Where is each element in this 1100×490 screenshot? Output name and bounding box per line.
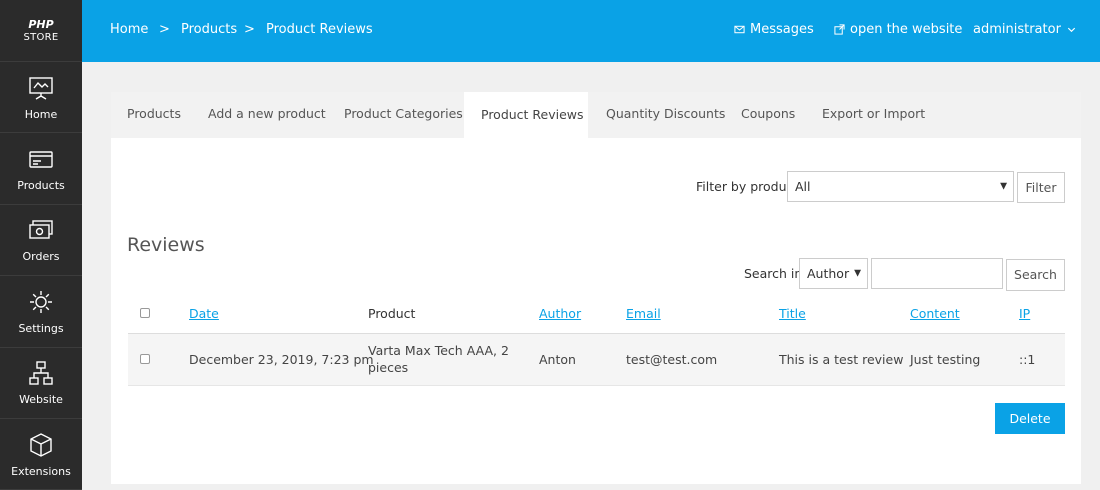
breadcrumb-home[interactable]: Home bbox=[110, 22, 148, 37]
sitemap-icon bbox=[29, 361, 53, 385]
tab-export-import[interactable]: Export or Import bbox=[822, 92, 925, 138]
breadcrumb-products[interactable]: Products bbox=[181, 22, 237, 37]
cell-ip: ::1 bbox=[1019, 352, 1036, 367]
search-input[interactable] bbox=[871, 258, 1003, 289]
column-date[interactable]: Date bbox=[189, 306, 219, 321]
top-bar: Home > Products > Product Reviews Messag… bbox=[82, 0, 1100, 62]
cell-email: test@test.com bbox=[626, 352, 718, 367]
messages-link[interactable]: Messages bbox=[734, 22, 814, 37]
column-author[interactable]: Author bbox=[539, 306, 581, 321]
tab-product-reviews[interactable]: Product Reviews bbox=[464, 92, 588, 138]
breadcrumb-separator: > bbox=[244, 22, 255, 37]
search-label: Search in: bbox=[744, 266, 807, 281]
card-icon bbox=[29, 151, 53, 168]
tab-bar: Products Add a new product Product Categ… bbox=[111, 92, 1081, 138]
cell-product-line-1: Varta Max Tech AAA, 2 bbox=[368, 343, 509, 358]
cell-date: December 23, 2019, 7:23 pm bbox=[189, 352, 374, 367]
logo-line-2: STORE bbox=[23, 31, 59, 43]
product-filter-select[interactable]: All ▼ bbox=[787, 171, 1014, 202]
column-email[interactable]: Email bbox=[626, 306, 661, 321]
user-name: administrator bbox=[973, 22, 1061, 37]
sidebar-item-settings[interactable]: Settings bbox=[0, 276, 82, 348]
breadcrumb-current: Product Reviews bbox=[266, 22, 373, 37]
logo-line-1: PHP bbox=[28, 17, 54, 31]
tab-add-product[interactable]: Add a new product bbox=[208, 92, 326, 138]
sidebar-item-label: Home bbox=[24, 107, 58, 121]
cash-icon bbox=[29, 220, 53, 240]
cube-icon bbox=[30, 432, 52, 457]
product-filter-value: All bbox=[795, 179, 811, 194]
sidebar-item-orders[interactable]: Orders bbox=[0, 205, 82, 277]
sidebar-item-website[interactable]: Website bbox=[0, 348, 82, 419]
chevron-down-icon bbox=[1067, 27, 1076, 33]
delete-button[interactable]: Delete bbox=[995, 403, 1065, 434]
store-logo[interactable]: PHP STORE bbox=[0, 0, 82, 62]
open-website-label: open the website bbox=[850, 22, 963, 37]
tab-products[interactable]: Products bbox=[127, 92, 181, 138]
select-all-checkbox[interactable] bbox=[140, 308, 150, 318]
column-content[interactable]: Content bbox=[910, 306, 960, 321]
dropdown-arrow-icon: ▼ bbox=[854, 268, 861, 278]
sidebar-item-extensions[interactable]: Extensions bbox=[0, 419, 82, 490]
tab-coupons[interactable]: Coupons bbox=[741, 92, 795, 138]
search-field-value: Author bbox=[807, 266, 850, 281]
sidebar-item-label: Settings bbox=[18, 321, 64, 335]
column-product: Product bbox=[368, 306, 416, 321]
cell-title: This is a test review bbox=[779, 352, 904, 367]
cell-content: Just testing bbox=[910, 352, 981, 367]
user-menu[interactable]: administrator bbox=[973, 22, 1077, 37]
sidebar-item-label: Website bbox=[19, 393, 63, 407]
sidebar: PHP STORE Home Products Orders Settings … bbox=[0, 0, 82, 490]
external-link-icon bbox=[834, 24, 845, 35]
breadcrumb-separator: > bbox=[159, 22, 170, 37]
tab-product-categories[interactable]: Product Categories bbox=[344, 92, 463, 138]
row-checkbox[interactable] bbox=[140, 354, 150, 364]
search-field-select[interactable]: Author ▼ bbox=[799, 258, 868, 289]
sidebar-item-label: Products bbox=[17, 179, 65, 193]
search-button[interactable]: Search bbox=[1006, 259, 1065, 291]
cell-product-line-2: pieces bbox=[368, 360, 409, 375]
presentation-board-icon bbox=[29, 76, 53, 100]
column-title[interactable]: Title bbox=[779, 306, 806, 321]
sidebar-item-home[interactable]: Home bbox=[0, 62, 82, 134]
sidebar-item-products[interactable]: Products bbox=[0, 133, 82, 205]
filter-button[interactable]: Filter bbox=[1017, 172, 1065, 203]
dropdown-arrow-icon: ▼ bbox=[1000, 181, 1007, 191]
table-header: Date Product Author Email Title Content … bbox=[128, 292, 1065, 334]
cell-author: Anton bbox=[539, 352, 576, 367]
column-ip[interactable]: IP bbox=[1019, 306, 1030, 321]
page-title: Reviews bbox=[127, 234, 205, 256]
sidebar-item-label: Extensions bbox=[11, 464, 71, 478]
sidebar-item-label: Orders bbox=[22, 250, 60, 264]
table-row[interactable]: December 23, 2019, 7:23 pm Varta Max Tec… bbox=[128, 334, 1065, 386]
tab-quantity-discounts[interactable]: Quantity Discounts bbox=[606, 92, 725, 138]
envelope-icon bbox=[734, 25, 745, 34]
main-panel: Products Add a new product Product Categ… bbox=[111, 92, 1081, 484]
messages-label: Messages bbox=[750, 22, 814, 37]
gear-icon bbox=[30, 290, 52, 313]
open-website-link[interactable]: open the website bbox=[834, 22, 962, 37]
